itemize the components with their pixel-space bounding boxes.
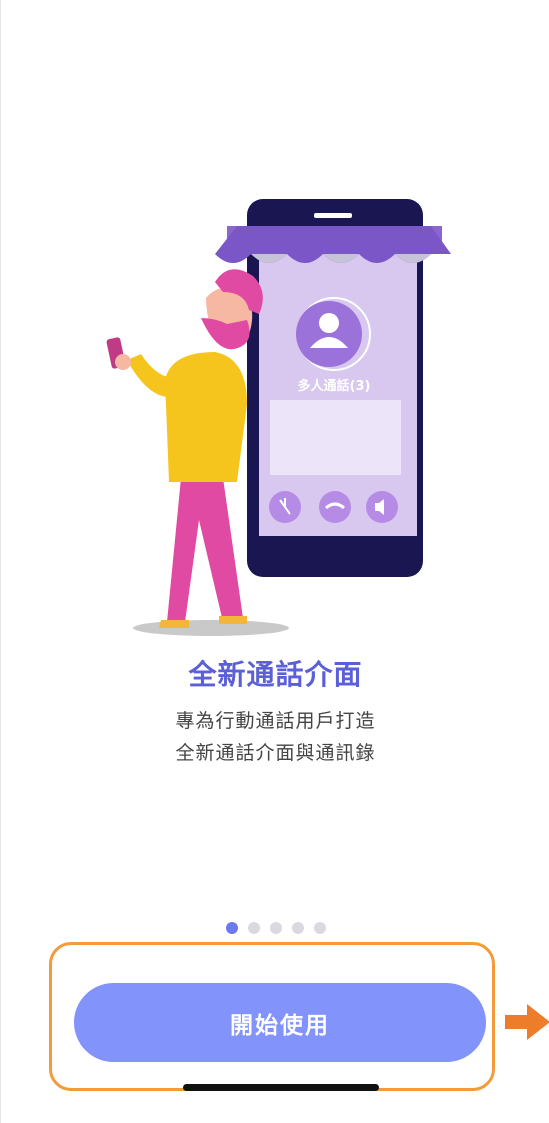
pointer-arrow-icon	[505, 1004, 549, 1040]
onboarding-subtitle-line1: 專為行動通話用戶打造	[175, 710, 376, 732]
home-indicator[interactable]	[183, 1084, 379, 1091]
page-dot-4[interactable]	[291, 922, 304, 934]
start-button[interactable]: 開始使用	[74, 983, 486, 1062]
man-torso	[165, 352, 247, 482]
ground-shadow	[133, 620, 289, 636]
phone-speaker	[314, 213, 352, 218]
onboarding-subtitle-line2: 全新通話介面與通訊錄	[175, 742, 376, 764]
man-legs	[167, 478, 243, 622]
video-panel	[270, 400, 401, 475]
page-dot-1[interactable]	[225, 922, 238, 934]
call-screen-label: 多人通話(3)	[298, 378, 371, 394]
page-indicator[interactable]	[1, 922, 549, 934]
onboarding-title: 全新通話介面	[188, 658, 363, 691]
user-avatar-icon	[296, 301, 362, 367]
page-dot-2[interactable]	[247, 922, 260, 934]
onboarding-illustration: 多人通話(3)	[106, 199, 451, 636]
onboarding-screen: 多人通話(3) 全新通話介面 專為行動通話用戶打造 全新通話介面與通訊錄 開始使…	[0, 0, 549, 1123]
page-dot-5[interactable]	[313, 922, 326, 934]
hangup-icon	[319, 491, 351, 523]
page-dot-3[interactable]	[269, 922, 282, 934]
